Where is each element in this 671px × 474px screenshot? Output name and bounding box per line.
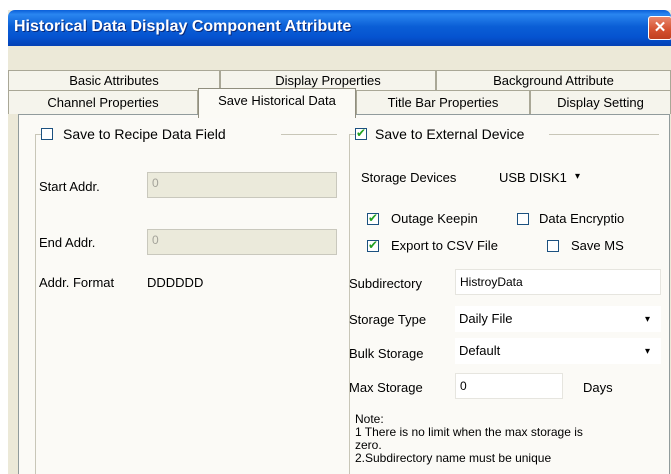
- start-addr-label: Start Addr.: [39, 179, 100, 194]
- storage-devices-value: USB DISK1: [499, 170, 567, 185]
- max-storage-input[interactable]: 0: [455, 373, 563, 399]
- end-addr-input[interactable]: 0: [147, 229, 337, 255]
- addr-format-value: DDDDDD: [147, 275, 204, 290]
- save-ms-label: Save MS: [571, 238, 624, 253]
- subdirectory-input[interactable]: HistroyData: [455, 269, 661, 295]
- note-line: 1 There is no limit when the max storage…: [355, 425, 583, 439]
- tab-channel-properties[interactable]: Channel Properties: [8, 90, 198, 114]
- group-border: [349, 134, 350, 474]
- outage-keepin-checkbox[interactable]: [367, 211, 379, 225]
- recipe-checkbox-label: Save to Recipe Data Field: [63, 126, 226, 142]
- tab-label: Channel Properties: [47, 95, 159, 110]
- external-device-checkbox-label: Save to External Device: [375, 126, 525, 142]
- external-device-checkbox[interactable]: [355, 126, 367, 140]
- tab-display-setting[interactable]: Display Setting: [530, 90, 671, 114]
- tab-label: Display Properties: [275, 73, 381, 88]
- export-csv-label: Export to CSV File: [391, 238, 498, 253]
- outage-keepin-label: Outage Keepin: [391, 211, 478, 226]
- group-border: [549, 134, 659, 135]
- storage-devices-dropdown[interactable]: USB DISK1 ▾: [495, 165, 595, 191]
- storage-type-label: Storage Type: [349, 312, 427, 327]
- bulk-storage-label: Bulk Storage: [349, 346, 424, 361]
- note-block: Note: 1 There is no limit when the max s…: [355, 413, 583, 465]
- data-encryption-checkbox[interactable]: [517, 213, 529, 225]
- close-icon: ✕: [653, 19, 667, 36]
- max-storage-unit: Days: [583, 380, 613, 395]
- title-bar[interactable]: Historical Data Display Component Attrib…: [8, 10, 671, 46]
- tab-save-historical-data[interactable]: Save Historical Data: [198, 88, 356, 118]
- close-button[interactable]: ✕: [648, 16, 671, 40]
- bulk-storage-dropdown[interactable]: Default ▾: [455, 338, 661, 364]
- chevron-down-icon: ▾: [645, 346, 651, 357]
- tab-label: Display Setting: [557, 95, 644, 110]
- tab-label: Basic Attributes: [69, 73, 159, 88]
- bulk-storage-value: Default: [459, 343, 501, 358]
- subdirectory-label: Subdirectory: [349, 276, 422, 291]
- tab-label: Background Attribute: [493, 73, 614, 88]
- end-addr-label: End Addr.: [39, 235, 96, 250]
- tab-basic-attributes[interactable]: Basic Attributes: [8, 70, 220, 92]
- start-addr-input[interactable]: 0: [147, 172, 337, 198]
- recipe-checkbox[interactable]: [41, 128, 53, 140]
- addr-format-label: Addr. Format: [39, 275, 115, 290]
- window-title: Historical Data Display Component Attrib…: [14, 18, 352, 35]
- export-csv-checkbox[interactable]: [367, 238, 379, 252]
- storage-type-dropdown[interactable]: Daily File ▾: [455, 306, 661, 332]
- max-storage-label: Max Storage: [349, 380, 423, 395]
- storage-devices-label: Storage Devices: [361, 170, 457, 185]
- data-encryption-label: Data Encryptio: [539, 211, 625, 226]
- save-ms-checkbox[interactable]: [547, 240, 559, 252]
- tab-panel: Save to Recipe Data Field Start Addr. 0 …: [18, 114, 670, 474]
- chevron-down-icon: ▾: [645, 314, 651, 325]
- group-border: [281, 134, 337, 135]
- tab-label: Title Bar Properties: [387, 95, 499, 110]
- chevron-down-icon: ▾: [575, 171, 581, 182]
- group-border: [35, 134, 36, 474]
- tab-background-attribute[interactable]: Background Attribute: [436, 70, 671, 92]
- note-line: 2.Subdirectory name must be unique: [355, 451, 552, 465]
- dialog-window: Historical Data Display Component Attrib…: [8, 10, 671, 474]
- storage-type-value: Daily File: [459, 311, 513, 326]
- tab-title-bar-properties[interactable]: Title Bar Properties: [356, 90, 530, 114]
- tab-label: Save Historical Data: [218, 93, 336, 108]
